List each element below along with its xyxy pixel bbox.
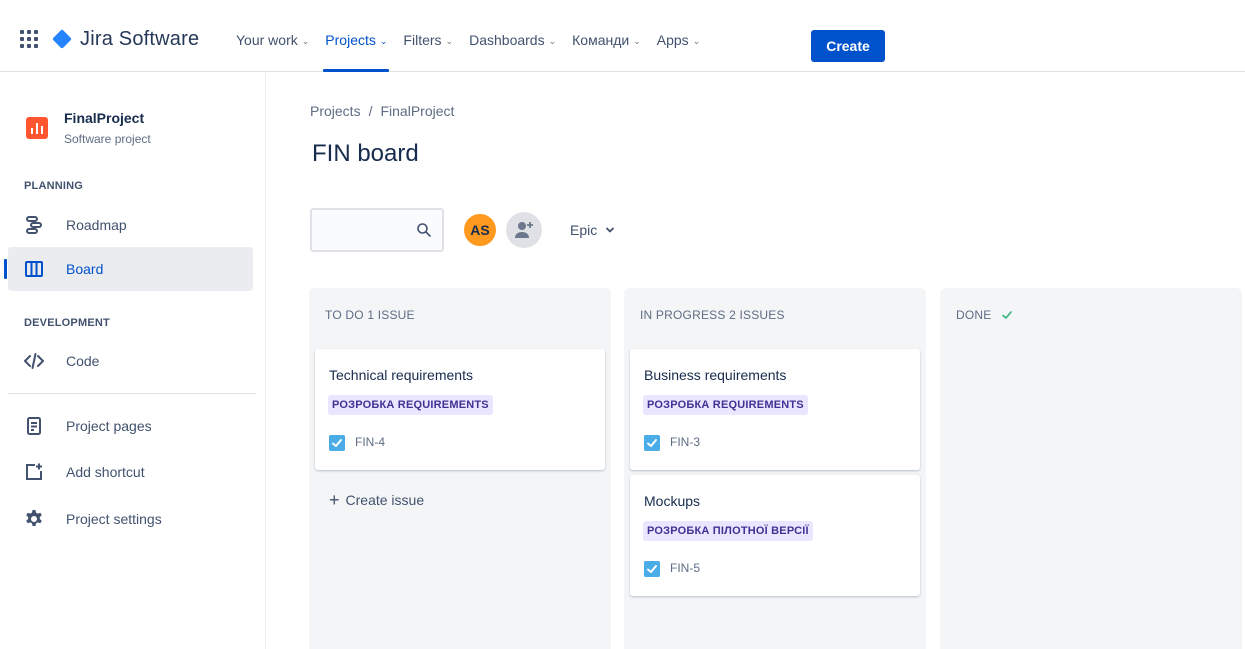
nav-menu: Your work ⌄ Projects ⌄ Filters ⌄ Dashboards… <box>228 24 708 72</box>
nav-apps-label: Apps <box>656 32 689 48</box>
project-type: Software project <box>64 132 151 146</box>
nav-filters-label: Filters <box>403 32 442 48</box>
chevron-down-icon: ⌄ <box>445 36 454 46</box>
sidebar-item-code[interactable]: Code <box>8 339 253 383</box>
epic-filter-label: Epic <box>570 222 598 238</box>
column-heading: IN PROGRESS 2 ISSUES <box>640 308 785 322</box>
board-icon <box>25 261 43 277</box>
logo-text: Jira Software <box>80 27 200 50</box>
sidebar-item-board[interactable]: Board <box>4 247 253 291</box>
issue-card[interactable]: Business requirements РОЗРОБКА REQUIREME… <box>630 349 920 470</box>
column-heading-text: TO DO 1 ISSUE <box>325 308 415 322</box>
planning-section-label: PLANNING <box>24 180 84 192</box>
sidebar-item-label: Project pages <box>66 418 152 434</box>
chevron-down-icon <box>606 227 615 233</box>
add-shortcut-icon <box>26 463 42 480</box>
page-icon <box>27 417 41 435</box>
sidebar-item-label: Add shortcut <box>66 464 145 480</box>
nav-dashboards-label: Dashboards <box>469 32 545 48</box>
avatar[interactable]: AS <box>462 212 498 248</box>
nav-filters[interactable]: Filters ⌄ <box>395 24 461 72</box>
chevron-down-icon: ⌄ <box>379 36 388 46</box>
task-checkbox-icon <box>644 561 660 577</box>
sidebar-item-add-shortcut[interactable]: Add shortcut <box>8 450 253 494</box>
sidebar-divider <box>8 393 256 394</box>
jira-diamond-icon <box>52 29 72 49</box>
create-issue-label: Create issue <box>345 492 425 508</box>
column-heading-text: IN PROGRESS 2 ISSUES <box>640 308 785 322</box>
nav-teams[interactable]: Команди ⌄ <box>564 24 649 72</box>
search-input[interactable] <box>312 210 412 250</box>
chevron-down-icon: ⌄ <box>633 36 641 46</box>
task-checkbox-icon <box>329 435 345 451</box>
code-icon <box>24 353 44 369</box>
search-icon <box>417 223 431 237</box>
sidebar-item-label: Board <box>66 261 104 277</box>
chevron-down-icon: ⌄ <box>548 36 557 46</box>
sidebar-item-project-settings[interactable]: Project settings <box>8 497 253 541</box>
jira-logo[interactable]: Jira Software <box>52 24 199 54</box>
nav-your-work[interactable]: Your work ⌄ <box>228 24 317 72</box>
sidebar-item-roadmap[interactable]: Roadmap <box>8 203 253 247</box>
card-title: Mockups <box>644 493 701 509</box>
issue-card[interactable]: Technical requirements РОЗРОБКА REQUIREM… <box>315 349 605 470</box>
card-title: Technical requirements <box>329 367 473 383</box>
epic-badge: РОЗРОБКА REQUIREMENTS <box>643 395 808 415</box>
column-done: DONE <box>940 288 1242 649</box>
column-heading: TO DO 1 ISSUE <box>325 308 415 322</box>
issue-key[interactable]: FIN-3 <box>670 435 700 449</box>
task-checkbox-icon <box>644 435 660 451</box>
nav-teams-label: Команди <box>572 32 630 48</box>
checkmark-icon <box>1002 311 1013 319</box>
chevron-down-icon: ⌄ <box>692 36 701 46</box>
issue-card[interactable]: Mockups РОЗРОБКА ПІЛОТНОЇ ВЕРСІЇ FIN-5 <box>630 475 920 596</box>
issue-key[interactable]: FIN-4 <box>355 435 385 449</box>
breadcrumb-projects[interactable]: Projects <box>310 103 361 119</box>
add-user-icon <box>515 222 533 238</box>
top-navigation: Jira Software Your work ⌄ Projects ⌄ Filte… <box>0 8 1245 72</box>
app-switcher-icon[interactable] <box>20 30 38 48</box>
development-section-label: DEVELOPMENT <box>24 317 110 329</box>
nav-dashboards[interactable]: Dashboards ⌄ <box>461 24 564 72</box>
nav-projects-label: Projects <box>325 32 376 48</box>
gear-icon <box>26 510 42 526</box>
column-heading: DONE <box>956 308 1013 322</box>
breadcrumb: Projects / FinalProject <box>310 103 454 119</box>
project-avatar-icon[interactable] <box>26 117 48 139</box>
breadcrumb-separator: / <box>368 103 373 119</box>
sidebar-item-project-pages[interactable]: Project pages <box>8 404 253 448</box>
roadmap-icon <box>26 216 42 234</box>
sidebar-item-label: Roadmap <box>66 217 127 233</box>
column-heading-text: DONE <box>956 308 992 322</box>
card-title: Business requirements <box>644 367 787 383</box>
epic-badge: РОЗРОБКА REQUIREMENTS <box>328 395 493 415</box>
epic-badge: РОЗРОБКА ПІЛОТНОЇ ВЕРСІЇ <box>643 521 813 541</box>
create-button[interactable]: Create <box>811 30 885 62</box>
sidebar-item-label: Project settings <box>66 511 162 527</box>
column-in-progress: IN PROGRESS 2 ISSUES Business requiremen… <box>624 288 926 649</box>
column-todo: TO DO 1 ISSUE Technical requirements РОЗ… <box>309 288 611 649</box>
nav-apps[interactable]: Apps ⌄ <box>649 24 708 72</box>
project-name[interactable]: FinalProject <box>64 110 144 126</box>
sidebar-item-label: Code <box>66 353 100 369</box>
chevron-down-icon: ⌄ <box>301 36 310 46</box>
nav-projects[interactable]: Projects ⌄ <box>317 24 395 72</box>
board-search[interactable] <box>310 208 444 252</box>
create-issue-button[interactable]: + Create issue <box>315 484 605 516</box>
epic-filter-button[interactable]: Epic <box>562 212 623 248</box>
breadcrumb-finalproject[interactable]: FinalProject <box>380 103 454 119</box>
plus-icon: + <box>329 490 340 510</box>
issue-key[interactable]: FIN-5 <box>670 561 700 575</box>
nav-your-work-label: Your work <box>236 32 298 48</box>
page-title: FIN board <box>312 140 419 167</box>
add-people-button[interactable] <box>506 212 542 248</box>
project-sidebar: FinalProject Software project PLANNING R… <box>0 73 266 649</box>
